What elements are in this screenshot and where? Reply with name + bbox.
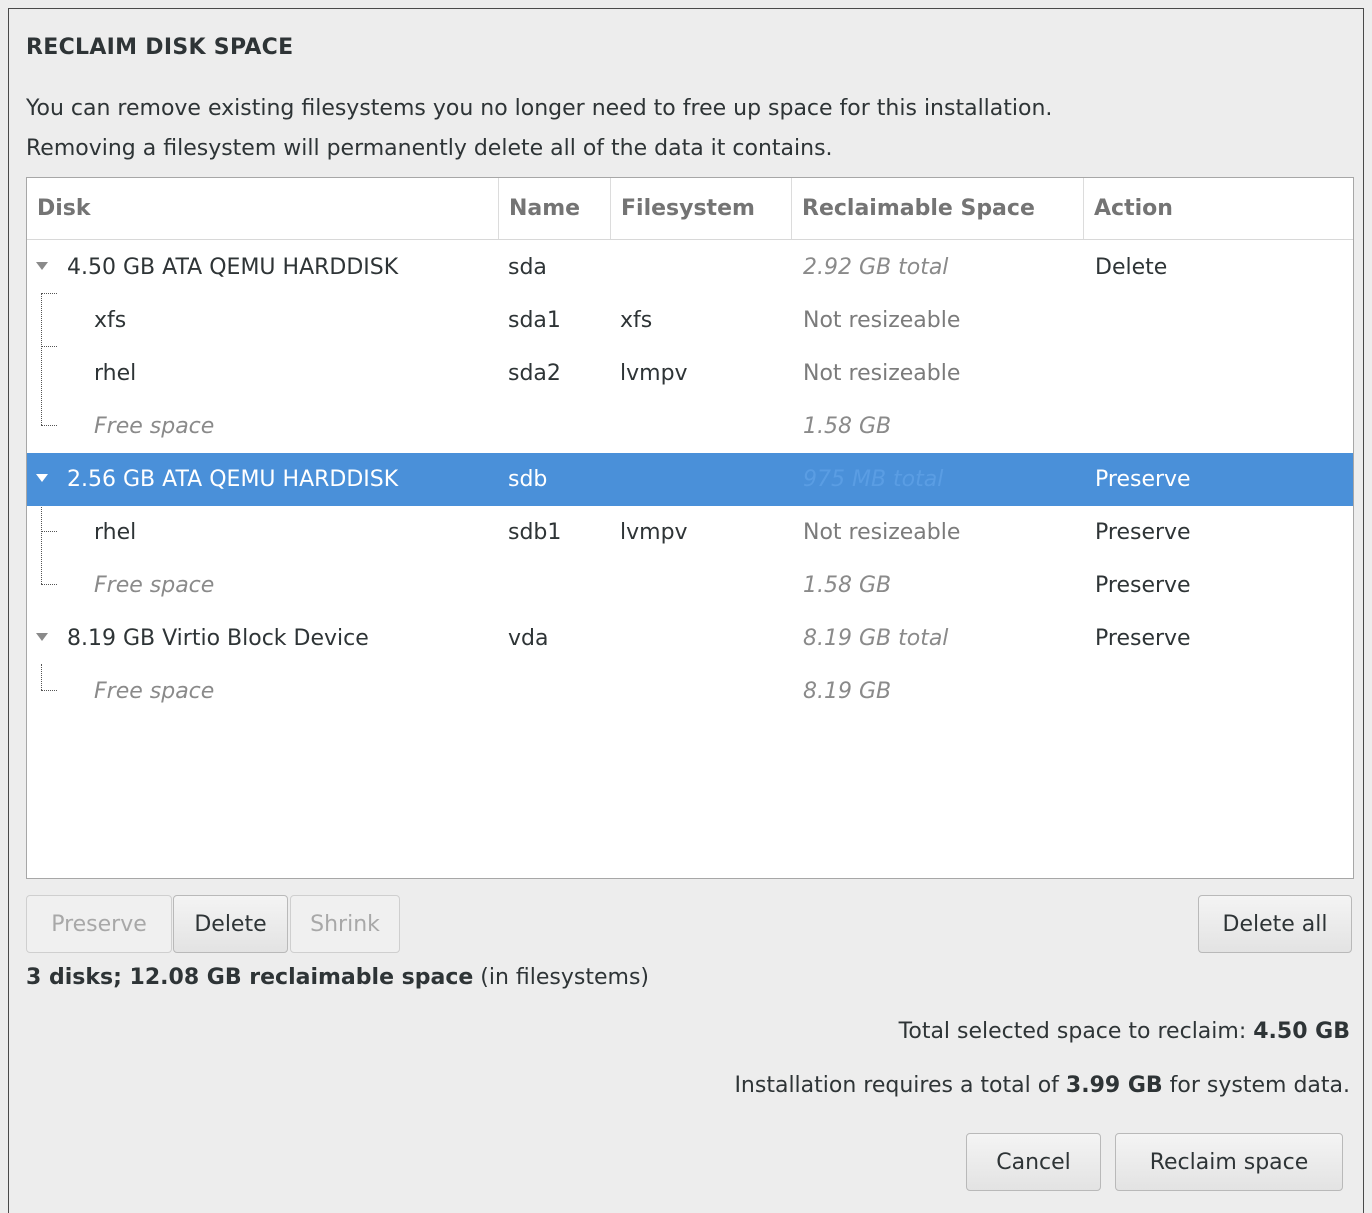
row-name: sda [508,255,547,280]
disk-table[interactable]: Disk Name Filesystem Reclaimable Space A… [26,177,1354,879]
row-action: Preserve [1095,467,1191,492]
row-space: 1.58 GB [803,414,892,439]
total-selected-line: Total selected space to reclaim: 4.50 GB [899,1019,1350,1044]
dialog-description: You can remove existing filesystems you … [26,89,1052,169]
row-space: 2.92 GB total [803,255,949,280]
requires-suffix: for system data. [1162,1073,1350,1098]
row-space: 975 MB total [803,467,944,492]
delete-button[interactable]: Delete [173,895,288,953]
row-name: sda2 [508,361,561,386]
table-row-free-space[interactable]: Free space 8.19 GB [27,665,1353,718]
reclaim-disk-space-dialog: RECLAIM DISK SPACE You can remove existi… [8,8,1364,1213]
row-space: Not resizeable [803,361,961,386]
column-header-action[interactable]: Action [1083,178,1353,239]
total-selected-label: Total selected space to reclaim: [898,1019,1254,1044]
description-line-1: You can remove existing filesystems you … [26,96,1053,121]
row-name: sda1 [508,308,561,333]
column-header-reclaimable-space[interactable]: Reclaimable Space [791,178,1083,239]
row-filesystem: lvmpv [620,520,688,545]
row-action: Preserve [1095,520,1191,545]
row-disk: rhel [94,361,137,386]
row-disk: rhel [94,520,137,545]
row-space: Not resizeable [803,308,961,333]
row-filesystem: lvmpv [620,361,688,386]
table-row-partition[interactable]: xfs sda1 xfs Not resizeable [27,294,1353,347]
table-row-free-space[interactable]: Free space 1.58 GB Preserve [27,559,1353,612]
reclaim-space-button[interactable]: Reclaim space [1115,1133,1343,1191]
requires-value: 3.99 GB [1065,1073,1163,1098]
row-action: Preserve [1095,626,1191,651]
row-space: Not resizeable [803,520,961,545]
table-row-free-space[interactable]: Free space 1.58 GB [27,400,1353,453]
column-header-filesystem[interactable]: Filesystem [610,178,791,239]
column-header-name[interactable]: Name [498,178,610,239]
row-disk: 4.50 GB ATA QEMU HARDDISK [67,255,399,280]
row-space: 8.19 GB total [803,626,949,651]
row-action: Delete [1095,255,1168,280]
row-disk: Free space [94,573,215,598]
expander-arrow-icon[interactable] [36,262,48,270]
total-selected-value: 4.50 GB [1253,1019,1350,1044]
summary-bold: 3 disks; 12.08 GB reclaimable space [26,965,474,990]
description-line-2: Removing a filesystem will permanently d… [26,136,833,161]
installation-requires-line: Installation requires a total of 3.99 GB… [734,1073,1350,1098]
row-disk: 2.56 GB ATA QEMU HARDDISK [67,467,399,492]
dialog-title: RECLAIM DISK SPACE [26,35,294,60]
expander-arrow-icon[interactable] [36,633,48,641]
row-space: 8.19 GB [803,679,892,704]
row-disk: xfs [94,308,127,333]
row-disk: Free space [94,414,215,439]
table-row-partition[interactable]: rhel sda2 lvmpv Not resizeable [27,347,1353,400]
row-name: sdb1 [508,520,562,545]
row-filesystem: xfs [620,308,653,333]
shrink-button[interactable]: Shrink [290,895,400,953]
row-action: Preserve [1095,573,1191,598]
row-name: sdb [508,467,548,492]
table-row-disk-vda[interactable]: 8.19 GB Virtio Block Device vda 8.19 GB … [27,612,1353,665]
row-name: vda [508,626,549,651]
column-header-disk[interactable]: Disk [27,178,498,239]
reclaimable-summary: 3 disks; 12.08 GB reclaimable space (in … [26,965,649,990]
table-row-disk-sdb[interactable]: 2.56 GB ATA QEMU HARDDISK sdb 975 MB tot… [27,453,1353,506]
row-disk: 8.19 GB Virtio Block Device [67,626,369,651]
row-space: 1.58 GB [803,573,892,598]
row-disk: Free space [94,679,215,704]
table-row-disk-sda[interactable]: 4.50 GB ATA QEMU HARDDISK sda 2.92 GB to… [27,241,1353,294]
cancel-button[interactable]: Cancel [966,1133,1101,1191]
delete-all-button[interactable]: Delete all [1198,895,1352,953]
expander-arrow-icon[interactable] [36,474,48,482]
preserve-button[interactable]: Preserve [26,895,172,953]
requires-prefix: Installation requires a total of [734,1073,1066,1098]
table-row-partition[interactable]: rhel sdb1 lvmpv Not resizeable Preserve [27,506,1353,559]
table-header: Disk Name Filesystem Reclaimable Space A… [27,178,1353,240]
summary-suffix: (in filesystems) [473,965,650,990]
